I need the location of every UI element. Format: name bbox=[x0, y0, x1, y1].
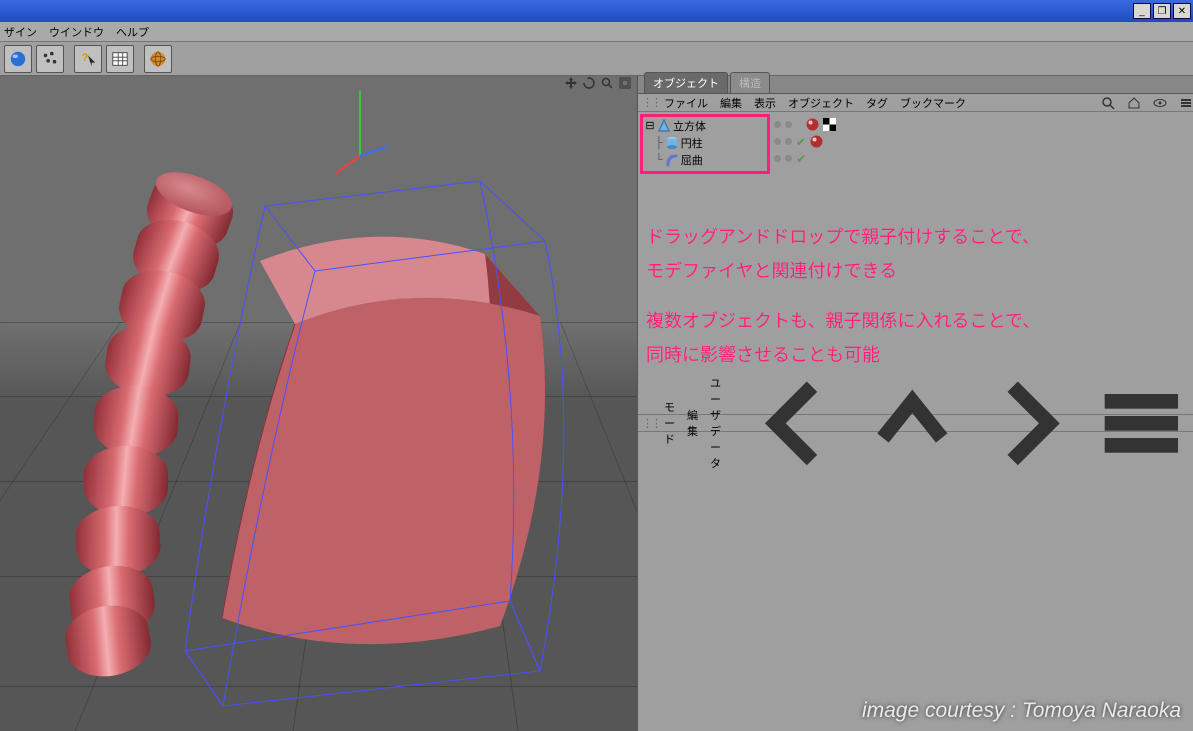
grip-icon[interactable]: ⋮⋮ bbox=[642, 96, 652, 109]
om-menu-edit[interactable]: 編集 bbox=[720, 95, 742, 111]
enable-check[interactable]: ✔ bbox=[796, 135, 806, 149]
vis-dot[interactable] bbox=[785, 155, 792, 162]
vis-dot[interactable] bbox=[785, 138, 792, 145]
grip-icon[interactable]: ⋮⋮ bbox=[642, 417, 652, 430]
minimize-button[interactable]: _ bbox=[1133, 3, 1151, 19]
checker-tag-icon[interactable] bbox=[823, 118, 836, 131]
help-arrow-icon: ? bbox=[79, 50, 97, 68]
object-manager-menubar: ⋮⋮ ファイル 編集 表示 オブジェクト タグ ブックマーク bbox=[638, 94, 1193, 112]
collapse-icon[interactable]: ⊟ bbox=[645, 119, 655, 132]
viewport[interactable] bbox=[0, 76, 638, 731]
annotation-1: ドラッグアンドドロップで親子付けすることで、 モデファイヤと関連付けできる bbox=[646, 220, 1186, 288]
particles-icon bbox=[41, 50, 59, 68]
tree-item-cube[interactable]: ⊟ 立方体 bbox=[643, 117, 767, 134]
menu-design[interactable]: ザイン bbox=[4, 24, 37, 40]
tool-spreadsheet[interactable] bbox=[106, 45, 134, 73]
maximize-button[interactable]: ❐ bbox=[1153, 3, 1171, 19]
tree-item-bend[interactable]: └ 屈曲 bbox=[643, 151, 767, 168]
menu-icon[interactable] bbox=[1179, 96, 1193, 110]
phong-tag-icon[interactable] bbox=[806, 118, 819, 131]
search-icon[interactable] bbox=[1101, 96, 1115, 110]
spreadsheet-icon bbox=[111, 50, 129, 68]
cylinder-icon bbox=[665, 136, 679, 150]
tool-globe[interactable] bbox=[144, 45, 172, 73]
highlight-box: ⊟ 立方体 ├ 円柱 └ 屈曲 bbox=[640, 114, 770, 174]
object-manager-tree[interactable]: ⊟ 立方体 ├ 円柱 └ 屈曲 bbox=[638, 112, 1193, 272]
zoom-icon[interactable] bbox=[601, 77, 613, 89]
attribute-manager-menubar: ⋮⋮ モード 編集 ユーザデータ bbox=[638, 414, 1193, 432]
enable-check[interactable]: ✔ bbox=[796, 152, 806, 166]
rotate-icon[interactable] bbox=[583, 77, 595, 89]
tool-sphere[interactable] bbox=[4, 45, 32, 73]
titlebar: _ ❐ ✕ bbox=[0, 0, 1193, 22]
cone-icon bbox=[657, 119, 671, 133]
om-menu-view[interactable]: 表示 bbox=[754, 95, 776, 111]
menubar: ザイン ウインドウ ヘルプ bbox=[0, 22, 1193, 42]
phong-tag-icon[interactable] bbox=[810, 135, 823, 148]
tool-particles[interactable] bbox=[36, 45, 64, 73]
om-menu-bookmark[interactable]: ブックマーク bbox=[900, 95, 966, 111]
deformer-cage bbox=[175, 151, 585, 726]
axis-gizmo bbox=[330, 86, 390, 176]
panel-tabs: オブジェクト 構造 bbox=[638, 76, 1193, 94]
bend-icon bbox=[665, 153, 679, 167]
eye-icon[interactable] bbox=[1153, 96, 1167, 110]
viewport-nav-strip bbox=[0, 76, 637, 90]
tab-structure[interactable]: 構造 bbox=[730, 72, 770, 93]
main: オブジェクト 構造 ⋮⋮ ファイル 編集 表示 オブジェクト タグ ブックマーク… bbox=[0, 76, 1193, 731]
om-menu-object[interactable]: オブジェクト bbox=[788, 95, 854, 111]
frame-icon[interactable] bbox=[619, 77, 631, 89]
move-icon[interactable] bbox=[565, 77, 577, 89]
toolbar: ? bbox=[0, 42, 1193, 76]
globe-icon bbox=[149, 50, 167, 68]
annotation-2: 複数オブジェクトも、親子関係に入れることで、 同時に影響させることも可能 bbox=[646, 304, 1186, 372]
vis-dot[interactable] bbox=[774, 155, 781, 162]
menu-help[interactable]: ヘルプ bbox=[116, 24, 149, 40]
home-icon[interactable] bbox=[1127, 96, 1141, 110]
vis-dot[interactable] bbox=[774, 121, 781, 128]
om-menu-tag[interactable]: タグ bbox=[866, 95, 888, 111]
vis-dot[interactable] bbox=[785, 121, 792, 128]
om-flags: ✔ ✔ bbox=[774, 116, 836, 167]
tool-help-arrow[interactable]: ? bbox=[74, 45, 102, 73]
close-button[interactable]: ✕ bbox=[1173, 3, 1191, 19]
right-panel: オブジェクト 構造 ⋮⋮ ファイル 編集 表示 オブジェクト タグ ブックマーク… bbox=[638, 76, 1193, 731]
tab-object[interactable]: オブジェクト bbox=[644, 72, 728, 93]
menu-window[interactable]: ウインドウ bbox=[49, 24, 104, 40]
vis-dot[interactable] bbox=[774, 138, 781, 145]
om-menu-file[interactable]: ファイル bbox=[664, 95, 708, 111]
tree-item-cylinder[interactable]: ├ 円柱 bbox=[643, 134, 767, 151]
sphere-icon bbox=[9, 50, 27, 68]
svg-text:?: ? bbox=[82, 51, 89, 63]
